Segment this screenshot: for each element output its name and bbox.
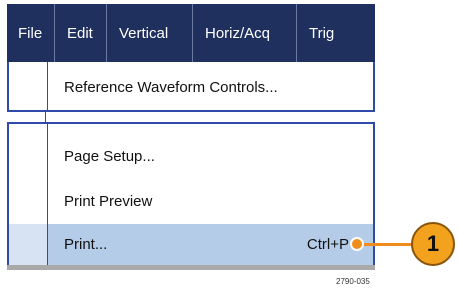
menu-item-reference-waveform-controls[interactable]: Reference Waveform Controls... [64,79,278,96]
figure-id: 2790-035 [336,277,370,286]
menu-bar: File Edit Vertical Horiz/Acq Trig [7,4,375,62]
print-label: Print... [64,236,108,253]
menu-gutter [47,62,48,110]
menu-horiz-acq[interactable]: Horiz/Acq [192,4,296,62]
print-shortcut: Ctrl+P [306,236,349,253]
menu-item-print[interactable]: Print... Ctrl+P [48,224,373,266]
dropdown-menu-top: Reference Waveform Controls... [7,62,375,112]
menu-vertical[interactable]: Vertical [106,4,192,62]
menu-file[interactable]: File [7,4,54,62]
print-row-gutter [9,224,47,266]
menu-item-print-preview[interactable]: Print Preview [64,193,152,210]
menu-item-page-setup[interactable]: Page Setup... [64,148,155,165]
callout-badge: 1 [411,222,455,266]
menu-trig[interactable]: Trig [296,4,375,62]
menu-bottom-edge [7,265,375,270]
callout-dot [350,237,364,251]
menu-edit[interactable]: Edit [54,4,106,62]
dropdown-menu-bottom: Page Setup... Print Preview Print... Ctr… [7,122,375,267]
